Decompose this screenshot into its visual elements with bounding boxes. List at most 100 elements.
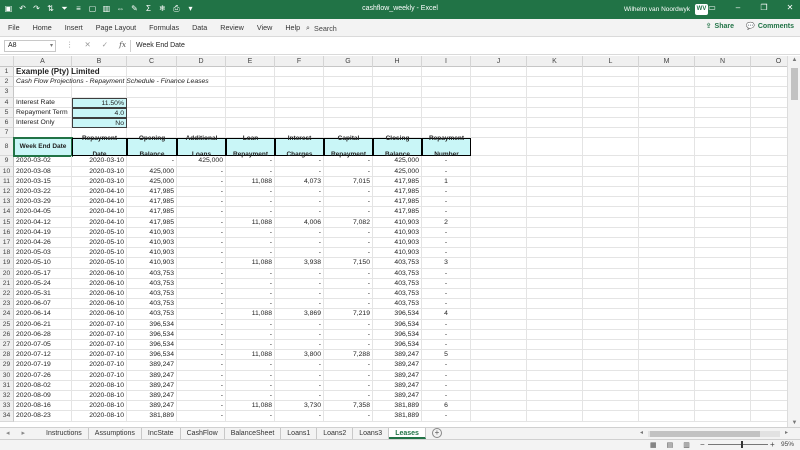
empty-cell[interactable] <box>324 87 373 98</box>
empty-cell[interactable] <box>751 167 787 177</box>
empty-cell[interactable] <box>695 138 751 157</box>
table-cell[interactable]: - <box>177 238 226 249</box>
empty-cell[interactable] <box>751 108 787 118</box>
empty-cell[interactable] <box>527 97 583 108</box>
empty-cell[interactable] <box>639 360 695 371</box>
empty-cell[interactable] <box>583 289 639 300</box>
table-cell[interactable]: 425,000 <box>373 166 422 177</box>
table-header[interactable]: Opening Balance <box>127 135 177 158</box>
empty-cell[interactable] <box>639 350 695 361</box>
empty-cell[interactable] <box>527 77 583 88</box>
empty-cell[interactable] <box>226 97 275 108</box>
table-cell[interactable]: 2020-03-10 <box>72 166 127 177</box>
column-header-h[interactable]: H <box>373 56 422 67</box>
table-cell[interactable]: 2020-06-10 <box>72 289 127 300</box>
table-cell[interactable]: 2020-05-10 <box>72 258 127 269</box>
empty-cell[interactable] <box>471 329 527 340</box>
ribbon-display-icon[interactable]: ▭ <box>706 3 718 12</box>
empty-cell[interactable] <box>751 330 787 340</box>
input-label[interactable]: Repayment Term <box>14 107 72 118</box>
empty-cell[interactable] <box>751 128 787 139</box>
table-cell[interactable]: 4,073 <box>275 176 324 187</box>
table-header[interactable]: Week End Date <box>13 137 73 158</box>
table-cell[interactable]: 2020-04-10 <box>72 187 127 198</box>
empty-cell[interactable] <box>373 67 422 78</box>
row-header[interactable]: 24 <box>0 309 14 320</box>
scrollbar-thumb[interactable] <box>650 431 760 437</box>
table-cell[interactable]: 2020-04-12 <box>14 217 72 228</box>
empty-cell[interactable] <box>695 360 751 371</box>
row-header[interactable]: 32 <box>0 391 14 402</box>
empty-cell[interactable] <box>639 268 695 279</box>
empty-cell[interactable] <box>422 107 471 118</box>
menu-tab-help[interactable]: Help <box>285 23 300 32</box>
column-header-f[interactable]: F <box>275 56 324 67</box>
empty-cell[interactable] <box>471 360 527 371</box>
page-layout-view-icon[interactable]: ▤ <box>667 441 674 449</box>
table-cell[interactable]: - <box>177 350 226 361</box>
empty-cell[interactable] <box>422 97 471 108</box>
empty-cell[interactable] <box>639 67 695 78</box>
table-cell[interactable]: - <box>226 380 275 391</box>
menu-tab-home[interactable]: Home <box>33 23 52 32</box>
table-cell[interactable]: - <box>275 319 324 330</box>
column-header-c[interactable]: C <box>127 56 177 67</box>
empty-cell[interactable] <box>695 278 751 289</box>
table-cell[interactable]: 410,903 <box>127 248 177 259</box>
table-cell[interactable]: - <box>177 329 226 340</box>
empty-cell[interactable] <box>583 370 639 381</box>
row-header[interactable]: 27 <box>0 340 14 351</box>
row-header[interactable]: 25 <box>0 319 14 330</box>
empty-cell[interactable] <box>226 118 275 129</box>
table-cell[interactable]: 2020-04-19 <box>14 227 72 238</box>
table-cell[interactable]: - <box>226 197 275 208</box>
empty-cell[interactable] <box>639 197 695 208</box>
empty-cell[interactable] <box>751 391 787 402</box>
empty-cell[interactable] <box>751 87 787 98</box>
table-cell[interactable]: 410,903 <box>373 227 422 238</box>
table-cell[interactable]: - <box>324 289 373 300</box>
empty-cell[interactable] <box>751 269 787 279</box>
sheet-tab-incstate[interactable]: IncState <box>142 428 181 439</box>
table-cell[interactable]: 2020-05-10 <box>72 227 127 238</box>
empty-cell[interactable] <box>226 87 275 98</box>
empty-cell[interactable] <box>583 360 639 371</box>
table-cell[interactable]: 403,753 <box>373 289 422 300</box>
table-cell[interactable]: 381,889 <box>373 401 422 412</box>
table-cell[interactable]: 389,247 <box>373 350 422 361</box>
empty-cell[interactable] <box>583 197 639 208</box>
table-cell[interactable]: - <box>226 238 275 249</box>
comments-button[interactable]: 💬 Comments <box>746 22 794 31</box>
table-header[interactable]: Loan Repayment <box>226 135 275 158</box>
menu-tab-review[interactable]: Review <box>220 23 244 32</box>
empty-cell[interactable] <box>695 299 751 310</box>
sheet-tab-leases[interactable]: Leases <box>389 428 426 439</box>
column-header-e[interactable]: E <box>226 56 275 67</box>
table-cell[interactable]: 403,753 <box>373 258 422 269</box>
table-cell[interactable]: 417,985 <box>373 197 422 208</box>
empty-cell[interactable] <box>471 227 527 238</box>
table-cell[interactable]: 396,534 <box>373 329 422 340</box>
table-cell[interactable]: 2020-08-10 <box>72 401 127 412</box>
empty-cell[interactable] <box>527 401 583 412</box>
table-cell[interactable]: - <box>226 299 275 310</box>
empty-cell[interactable] <box>177 87 226 98</box>
sheet-tab-cashflow[interactable]: CashFlow <box>181 428 225 439</box>
table-cell[interactable]: 403,753 <box>127 289 177 300</box>
empty-cell[interactable] <box>695 187 751 198</box>
empty-cell[interactable] <box>471 77 527 88</box>
empty-cell[interactable] <box>527 258 583 269</box>
empty-cell[interactable] <box>583 248 639 259</box>
table-cell[interactable]: 11,088 <box>226 217 275 228</box>
table-cell[interactable]: - <box>422 248 471 259</box>
table-cell[interactable]: 396,534 <box>127 329 177 340</box>
empty-cell[interactable] <box>639 401 695 412</box>
empty-cell[interactable] <box>695 107 751 118</box>
sheet-tab-instructions[interactable]: Instructions <box>40 428 89 439</box>
empty-cell[interactable] <box>527 67 583 78</box>
table-cell[interactable]: 2020-07-10 <box>72 329 127 340</box>
table-cell[interactable]: - <box>275 278 324 289</box>
table-cell[interactable]: 417,985 <box>127 187 177 198</box>
empty-cell[interactable] <box>583 217 639 228</box>
empty-cell[interactable] <box>695 238 751 249</box>
